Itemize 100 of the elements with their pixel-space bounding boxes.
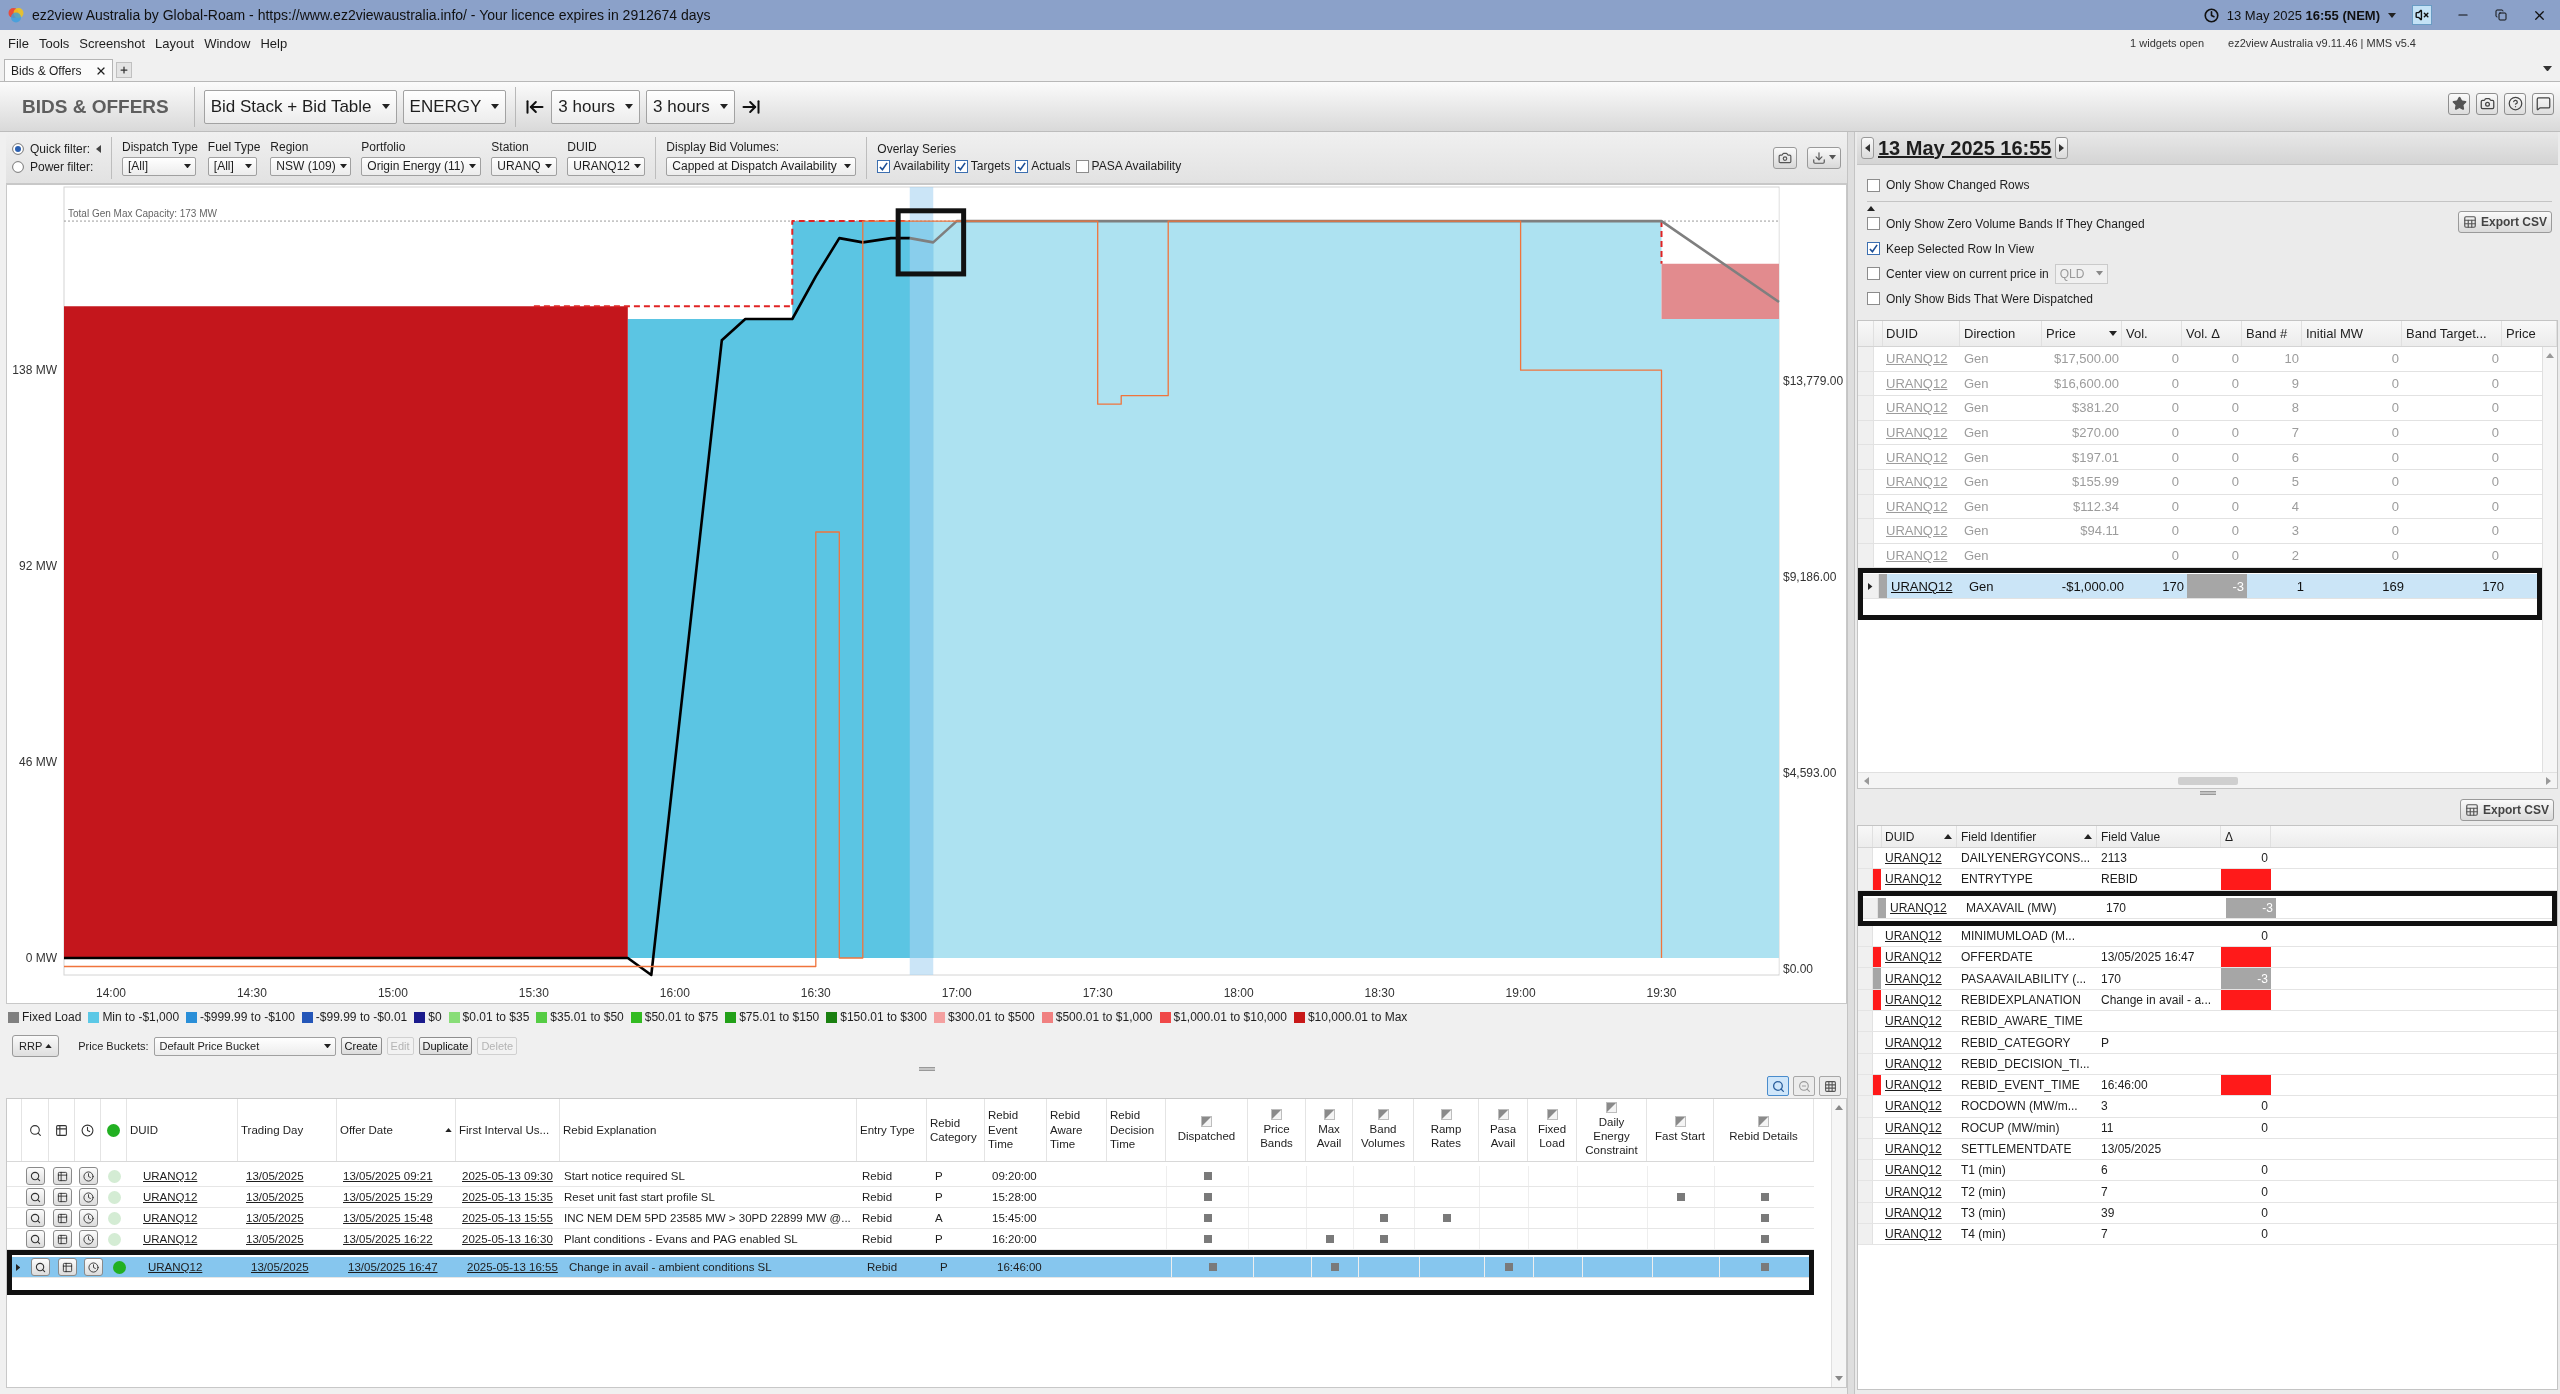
table-cell: 0 bbox=[2491, 474, 2499, 490]
legend-label: $1,000.01 to $10,000 bbox=[1173, 1010, 1287, 1024]
delta-cell: -3 bbox=[2187, 574, 2247, 598]
table-cell: 0 bbox=[2171, 498, 2179, 514]
table-cell: T4 (min) bbox=[1961, 1227, 2006, 1242]
axis-label: 19:30 bbox=[1646, 986, 1677, 1000]
table-cell: 16:20:00 bbox=[992, 1233, 1037, 1245]
table-cell: 0 bbox=[2171, 449, 2179, 465]
table-cell: 0 bbox=[2231, 425, 2239, 441]
table-cell: 2 bbox=[2291, 548, 2299, 564]
legend-label: Fixed Load bbox=[22, 1010, 82, 1024]
axis-label: 17:30 bbox=[1082, 986, 1113, 1000]
table-cell: 4 bbox=[2291, 498, 2299, 514]
checkbox-label: Keep Selected Row In View bbox=[1886, 241, 2034, 256]
table-cell: Change in avail - a... bbox=[2101, 992, 2212, 1007]
table-cell: Gen bbox=[1964, 449, 1989, 465]
table-cell: MAXAVAIL (MW) bbox=[1966, 900, 2057, 915]
table-cell: 5 bbox=[2291, 474, 2299, 490]
table-cell: OFFERDATE bbox=[1961, 950, 2033, 965]
table-cell: P bbox=[935, 1191, 943, 1203]
table-cell: $197.01 bbox=[2072, 449, 2119, 465]
table-cell: 0 bbox=[2391, 523, 2399, 539]
table-cell: 0 bbox=[2261, 1099, 2268, 1114]
table-cell: Gen bbox=[1964, 375, 1989, 391]
filter-label: Overlay Series bbox=[877, 142, 958, 156]
table-cell: $270.00 bbox=[2072, 425, 2119, 441]
axis-label: 17:00 bbox=[941, 986, 972, 1000]
table-cell: Rebid bbox=[862, 1191, 893, 1203]
axis-label: 92 MW bbox=[19, 559, 57, 574]
widget-count-text: 1 widgets open bbox=[2130, 37, 2205, 49]
legend-label: $0 bbox=[428, 1010, 442, 1024]
table-cell: $17,500.00 bbox=[2053, 351, 2119, 367]
table-cell: 0 bbox=[2391, 375, 2399, 391]
table-cell: ROCUP (MW/min) bbox=[1961, 1120, 2060, 1135]
filter-label: Station bbox=[491, 139, 530, 154]
filter-label: Region bbox=[270, 139, 310, 154]
table-cell: $16,600.00 bbox=[2053, 375, 2119, 391]
table-cell: 170 bbox=[2101, 971, 2122, 986]
table-cell: 0 bbox=[2491, 375, 2499, 391]
checkbox-label: PASA Availability bbox=[1091, 159, 1182, 173]
table-cell: 0 bbox=[2231, 548, 2239, 564]
checkbox-label: Only Show Bids That Were Dispatched bbox=[1886, 291, 2093, 306]
filter-label: Portfolio bbox=[361, 139, 407, 154]
axis-label: $0.00 bbox=[1783, 961, 1814, 976]
radio-label: Power filter: bbox=[30, 159, 94, 174]
table-cell: Gen bbox=[1964, 400, 1989, 416]
legend-label: $10,000.01 to Max bbox=[1307, 1010, 1408, 1024]
table-cell: 0 bbox=[2391, 498, 2399, 514]
table-cell: 0 bbox=[2231, 523, 2239, 539]
table-cell: 0 bbox=[2171, 548, 2179, 564]
table-cell: REBIDEXPLANATION bbox=[1961, 992, 2081, 1007]
table-cell: T1 (min) bbox=[1961, 1163, 2006, 1178]
table-cell: 169 bbox=[2382, 578, 2404, 594]
table-cell: P bbox=[2101, 1035, 2109, 1050]
legend-label: $50.01 to $75 bbox=[644, 1010, 719, 1024]
table-cell: 0 bbox=[2391, 548, 2399, 564]
table-cell: 0 bbox=[2261, 1205, 2268, 1220]
table-cell: 39 bbox=[2101, 1205, 2115, 1220]
table-cell: REBID_DECISION_TI... bbox=[1961, 1056, 2090, 1071]
delta-cell: -3 bbox=[2221, 968, 2271, 989]
table-cell: Gen bbox=[1964, 523, 1989, 539]
table-cell: 0 bbox=[2491, 548, 2499, 564]
table-cell: 0 bbox=[2261, 1227, 2268, 1242]
table-cell: DAILYENERGYCONS... bbox=[1961, 851, 2091, 866]
axis-label: 138 MW bbox=[12, 363, 57, 378]
legend-label: $150.01 to $300 bbox=[840, 1010, 927, 1024]
table-cell: MINIMUMLOAD (M... bbox=[1961, 929, 2075, 944]
table-cell: Gen bbox=[1964, 498, 1989, 514]
table-cell: Gen bbox=[1964, 548, 1989, 564]
field-label: Price Buckets: bbox=[78, 1040, 149, 1052]
table-cell: 16:46:00 bbox=[997, 1261, 1042, 1273]
table-cell: 9 bbox=[2291, 375, 2299, 391]
table-cell: 0 bbox=[2171, 375, 2179, 391]
table-cell: 170 bbox=[2106, 900, 2127, 915]
table-cell: 0 bbox=[2231, 375, 2239, 391]
table-cell: 0 bbox=[2231, 400, 2239, 416]
table-cell: $381.20 bbox=[2072, 400, 2119, 416]
axis-label: 18:00 bbox=[1223, 986, 1254, 1000]
axis-label: 16:30 bbox=[800, 986, 831, 1000]
checkbox-label: Only Show Zero Volume Bands If They Changed bbox=[1886, 216, 2145, 231]
table-cell: Change in avail - ambient conditions SL bbox=[569, 1261, 772, 1273]
table-cell: ROCDOWN (MW/m... bbox=[1961, 1099, 2078, 1114]
table-cell: Reset unit fast start profile SL bbox=[564, 1191, 715, 1203]
filter-label: Display Bid Volumes: bbox=[666, 139, 781, 154]
axis-label: 15:00 bbox=[377, 986, 408, 1000]
legend-label: -$999.99 to -$100 bbox=[200, 1010, 295, 1024]
axis-label: 18:30 bbox=[1364, 986, 1395, 1000]
table-cell: 15:28:00 bbox=[992, 1191, 1037, 1203]
table-cell: 0 bbox=[2491, 523, 2499, 539]
table-cell: Rebid bbox=[862, 1233, 893, 1245]
axis-label: 46 MW bbox=[19, 755, 57, 770]
legend-label: -$99.99 to -$0.01 bbox=[315, 1010, 408, 1024]
table-cell: 2113 bbox=[2101, 851, 2127, 866]
table-cell: 0 bbox=[2231, 474, 2239, 490]
table-cell: 170 bbox=[2162, 578, 2184, 594]
table-cell: 11 bbox=[2101, 1120, 2114, 1135]
table-cell: 09:20:00 bbox=[992, 1170, 1037, 1182]
table-cell: 10 bbox=[2284, 351, 2299, 367]
filter-label: Dispatch Type bbox=[122, 139, 198, 154]
table-cell: 7 bbox=[2291, 425, 2299, 441]
